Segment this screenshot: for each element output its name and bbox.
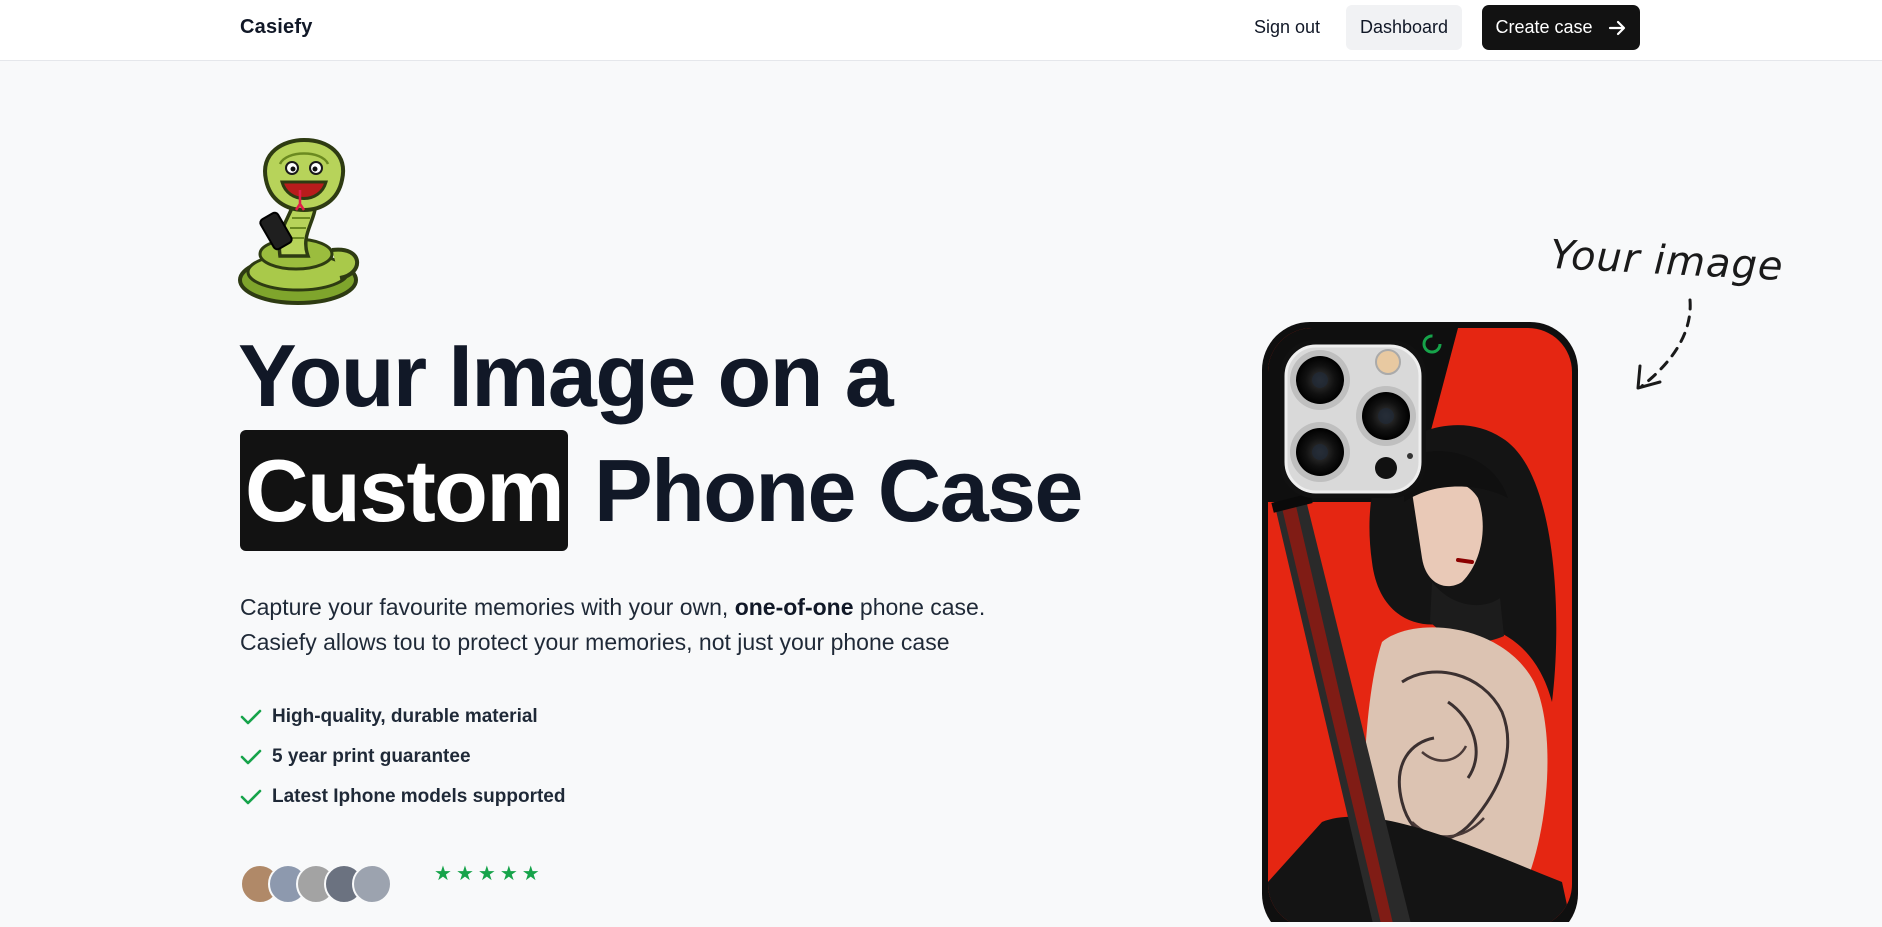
customer-avatars — [240, 864, 392, 904]
phone-case-preview — [1262, 322, 1578, 927]
your-image-annotation: Your image — [1548, 231, 1785, 291]
feature-label: 5 year print guarantee — [272, 746, 471, 767]
subtext-part2: phone case. — [859, 594, 986, 620]
avatar — [352, 864, 392, 904]
star-icon: ★ — [499, 863, 518, 885]
create-case-label: Create case — [1495, 17, 1593, 37]
check-icon — [240, 708, 272, 726]
snake-mascot-icon — [236, 137, 368, 306]
brand-logo[interactable]: Casiefy — [240, 16, 313, 39]
hero-headline-line2: Custom Phone Case — [240, 430, 1083, 551]
dashed-arrow-icon — [1630, 296, 1710, 396]
feature-item: Latest Iphone models supported — [240, 777, 565, 817]
star-icon: ★ — [521, 863, 540, 885]
dashboard-link[interactable]: Dashboard — [1346, 5, 1462, 50]
hero-headline-line1: Your Image on a — [238, 326, 894, 425]
top-navbar: Casiefy Sign out Dashboard Create case — [0, 0, 1882, 61]
arrow-right-icon — [1607, 18, 1627, 38]
feature-item: High-quality, durable material — [240, 697, 565, 737]
star-icon: ★ — [434, 863, 452, 885]
headline-rest: Phone Case — [594, 440, 1083, 540]
sign-out-label: Sign out — [1253, 17, 1321, 37]
feature-label: High-quality, durable material — [272, 706, 538, 727]
subtext-part1: Capture your favourite memories with you… — [240, 594, 729, 620]
feature-item: 5 year print guarantee — [240, 737, 565, 777]
create-case-button[interactable]: Create case — [1482, 5, 1640, 50]
subtext-bold: one-of-one — [734, 594, 854, 620]
dashboard-label: Dashboard — [1359, 17, 1449, 37]
subtext-line2: Casiefy allows tou to protect your memor… — [240, 629, 950, 655]
hero-subtext: Capture your favourite memories with you… — [240, 590, 1000, 660]
check-icon — [240, 748, 272, 766]
star-icon: ★ — [455, 863, 474, 885]
check-icon — [240, 788, 272, 806]
sign-out-link[interactable]: Sign out — [1230, 5, 1344, 50]
feature-label: Latest Iphone models supported — [272, 786, 566, 807]
headline-highlight: Custom — [240, 430, 568, 551]
rating-stars: ★ ★ ★ ★ ★ — [434, 864, 540, 884]
feature-list: High-quality, durable material 5 year pr… — [240, 697, 565, 817]
star-icon: ★ — [477, 863, 496, 885]
